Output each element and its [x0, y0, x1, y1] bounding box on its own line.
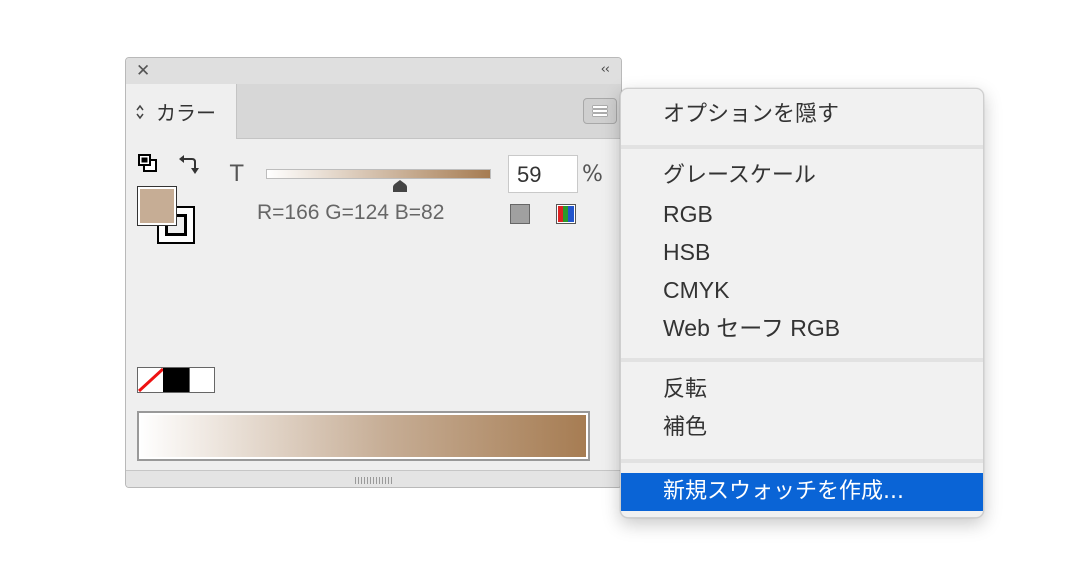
- menu-item-hide-options[interactable]: オプションを隠す: [621, 96, 983, 134]
- menu-separator: [621, 145, 983, 149]
- stage: ✕ ‹‹ カラー T 59 % R=166 G=124 B=82 オプションを隠…: [0, 0, 1078, 588]
- menu-item-hsb[interactable]: HSB: [621, 233, 983, 271]
- close-icon[interactable]: ✕: [136, 61, 150, 81]
- expand-collapse-arrows-icon[interactable]: [135, 102, 145, 122]
- hamburger-icon: [593, 106, 607, 108]
- tint-slider[interactable]: [266, 169, 491, 179]
- menu-item-cmyk[interactable]: CMYK: [621, 271, 983, 309]
- color-panel: ✕ ‹‹ カラー T 59 % R=166 G=124 B=82: [125, 57, 622, 488]
- fill-swatch-color: [140, 189, 174, 223]
- gray-swatch-box[interactable]: [510, 204, 530, 224]
- quick-swatches: [137, 367, 215, 393]
- menu-item-grayscale[interactable]: グレースケール: [621, 157, 983, 195]
- panel-resize-strip: [126, 470, 621, 487]
- none-slash-icon: [138, 368, 164, 392]
- menu-item-new-swatch[interactable]: 新規スウォッチを作成...: [621, 473, 983, 511]
- swap-fill-stroke-icon[interactable]: [178, 153, 200, 175]
- color-ramp[interactable]: [137, 411, 590, 461]
- panel-titlebar: ✕ ‹‹: [126, 58, 621, 85]
- hamburger-icon-line: [593, 114, 607, 116]
- panel-flyout-menu: オプションを隠す グレースケール RGB HSB CMYK Web セーフ RG…: [620, 88, 984, 518]
- resize-grip[interactable]: [355, 477, 393, 484]
- none-swatch[interactable]: [138, 368, 164, 392]
- tint-label: T: [230, 162, 244, 187]
- menu-item-invert[interactable]: 反転: [621, 371, 983, 409]
- color-cube-icon[interactable]: [556, 204, 576, 224]
- black-swatch[interactable]: [163, 368, 189, 392]
- menu-separator: [621, 358, 983, 362]
- collapse-panel-icon[interactable]: ‹‹: [601, 61, 610, 79]
- panel-menu-button[interactable]: [583, 98, 617, 124]
- default-fill-stroke-icon[interactable]: [137, 153, 159, 173]
- menu-item-complement[interactable]: 補色: [621, 409, 983, 447]
- menu-item-web-safe-rgb[interactable]: Web セーフ RGB: [621, 309, 983, 347]
- hamburger-icon-line: [593, 110, 607, 112]
- menu-separator: [621, 459, 983, 463]
- white-swatch[interactable]: [188, 368, 214, 392]
- menu-item-rgb[interactable]: RGB: [621, 195, 983, 233]
- tab-label: カラー: [156, 101, 216, 125]
- panel-tab-row: カラー: [126, 84, 621, 139]
- rgb-readout: R=166 G=124 B=82: [257, 201, 445, 224]
- percent-label: %: [582, 162, 603, 187]
- tint-value-input[interactable]: 59: [508, 155, 578, 193]
- tint-slider-thumb[interactable]: [391, 179, 409, 193]
- tab-color[interactable]: カラー: [126, 84, 237, 139]
- fill-swatch[interactable]: [137, 186, 177, 226]
